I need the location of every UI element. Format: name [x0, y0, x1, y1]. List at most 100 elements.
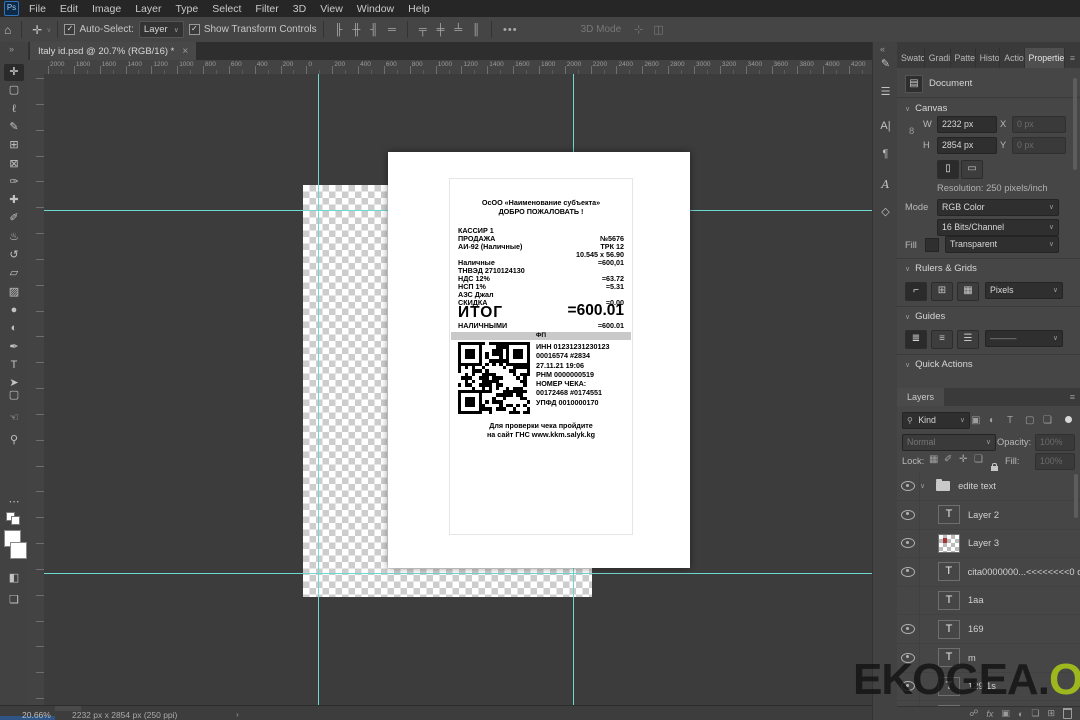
eraser-tool[interactable]: ▱ [4, 265, 24, 282]
align-center-horizontal-icon[interactable]: ╫ [347, 24, 365, 36]
bit-depth-select[interactable]: 16 Bits/Channel ∨ [937, 219, 1059, 236]
link-layers-icon[interactable]: ☍ [969, 708, 978, 719]
canvas-viewport[interactable]: ОсОО «Наименование субъекта» ДОБРО ПОЖАЛ… [44, 74, 872, 705]
height-input[interactable]: 2854 px [937, 137, 997, 154]
tab-actio[interactable]: Actio [1000, 48, 1025, 68]
layer-row[interactable]: T 169 [897, 615, 1080, 644]
brush-tool[interactable]: ✐ [4, 210, 24, 227]
rectangular-marquee-tool[interactable]: ▢ [4, 82, 24, 99]
align-right-icon[interactable]: ╢ [365, 24, 383, 36]
horizontal-ruler[interactable]: 2000 1800 1600 1400 1200 1000 800 600 400 200 0 200… [44, 60, 872, 75]
home-icon[interactable]: ⌂ [0, 23, 15, 37]
background-color-swatch[interactable] [10, 542, 27, 559]
lock-artboard-icon[interactable]: ❏ [974, 454, 983, 465]
character-panel-icon[interactable]: A| [877, 118, 894, 135]
lock-all-icon[interactable] [991, 463, 998, 471]
menu-3d[interactable]: 3D [286, 3, 313, 15]
layer-visibility-toggle[interactable] [897, 615, 920, 643]
toggle-guides-icon[interactable]: ≣ [905, 330, 927, 349]
eyedropper-tool[interactable]: ✑ [4, 174, 24, 191]
type-tool[interactable]: T [4, 357, 24, 374]
align-left-icon[interactable]: ╟ [330, 24, 348, 36]
layer-visibility-toggle[interactable] [897, 472, 920, 500]
menu-select[interactable]: Select [205, 3, 248, 15]
guide-vertical-1[interactable] [318, 74, 319, 705]
clear-guides-icon[interactable]: ☰ [957, 330, 979, 349]
layer-visibility-toggle[interactable] [897, 500, 920, 529]
layer-effects-icon[interactable]: fx [986, 709, 993, 719]
distribute-right-icon[interactable]: ╧ [449, 24, 467, 36]
new-group-icon[interactable]: ❏ [1031, 708, 1039, 719]
brush-settings-panel-icon[interactable]: ✎ [877, 56, 894, 73]
toggle-pixel-grid-icon[interactable]: ▦ [957, 282, 979, 301]
distribute-center-icon[interactable]: ╪ [432, 24, 450, 36]
lock-position-icon[interactable]: ✛ [959, 454, 967, 465]
menu-file[interactable]: File [22, 3, 53, 15]
collapse-toolbar-icon[interactable]: » [9, 44, 14, 54]
menu-image[interactable]: Image [85, 3, 128, 15]
distribute-vertical-icon[interactable]: ║ [467, 24, 485, 36]
3d-camera-icon[interactable]: ◫ [648, 23, 668, 36]
tab-gradi[interactable]: Gradi [925, 48, 951, 68]
rectangle-tool[interactable]: ▢ [4, 387, 24, 404]
lock-transparent-icon[interactable]: ▦ [929, 454, 938, 465]
layer-name[interactable]: edite text [958, 481, 996, 491]
hand-tool[interactable]: ☜ [4, 410, 24, 427]
toggle-rulers-icon[interactable]: ⌐ [905, 282, 927, 301]
layer-row[interactable]: Layer 3 [897, 529, 1080, 559]
menu-window[interactable]: Window [350, 3, 401, 15]
3d-orbit-icon[interactable]: ⊹ [629, 23, 648, 36]
layer-row[interactable]: T Layer 2 [897, 500, 1080, 530]
layer-filter-kind-select[interactable]: ⚲ Kind ∨ [902, 412, 970, 429]
collapse-panels-icon[interactable]: « [880, 44, 885, 54]
adjustment-layer-icon[interactable]: ◐ [1018, 709, 1023, 719]
layer-row[interactable]: ∨ edite text [897, 472, 1080, 501]
history-brush-tool[interactable]: ↺ [4, 247, 24, 264]
paragraph-panel-icon[interactable]: ¶ [877, 146, 894, 163]
width-input[interactable]: 2232 px [937, 116, 997, 133]
menu-help[interactable]: Help [401, 3, 437, 15]
chevron-down-icon[interactable]: ∨ [920, 482, 925, 490]
frame-tool[interactable]: ⊠ [4, 156, 24, 173]
glyphs-panel-icon[interactable]: A [877, 176, 894, 193]
zoom-level[interactable]: 20.66% [22, 710, 51, 720]
gradient-tool[interactable]: ▨ [4, 284, 24, 301]
crop-tool[interactable]: ⊞ [4, 137, 24, 154]
layer-name[interactable]: 1aa [968, 595, 984, 605]
landscape-orientation-button[interactable]: ▭ [961, 160, 983, 179]
move-tool[interactable]: ✛ [4, 64, 24, 81]
status-chevron-icon[interactable]: › [236, 709, 239, 719]
layer-name[interactable]: cita0000000...<<<<<<<<0 d [968, 567, 1080, 577]
filter-adjustment-layers-icon[interactable]: ◐ [989, 415, 995, 426]
more-tools-icon[interactable]: ⋯ [4, 494, 24, 511]
close-tab-icon[interactable]: × [182, 46, 188, 57]
layer-name[interactable]: 169 [968, 624, 984, 634]
layers-panel-menu-icon[interactable]: ≡ [1065, 388, 1080, 406]
screen-mode-toggle[interactable]: ❏ [4, 592, 24, 609]
document-tab[interactable]: Italy id.psd @ 20.7% (RGB/16) * × [30, 42, 197, 60]
move-tool-preset-icon[interactable]: ✛ [28, 23, 46, 37]
color-mode-select[interactable]: RGB Color ∨ [937, 199, 1059, 216]
tool-presets-panel-icon[interactable]: ☰ [877, 84, 894, 101]
distribute-left-icon[interactable]: ╤ [414, 24, 432, 36]
quick-mask-toggle[interactable]: ◧ [4, 570, 24, 587]
layers-scrollbar[interactable] [1074, 474, 1078, 518]
filter-smart-objects-icon[interactable]: ❏ [1043, 415, 1052, 426]
tab-patte[interactable]: Patte [951, 48, 976, 68]
canvas-section-header[interactable]: ∨ Canvas [905, 103, 947, 114]
toggle-grid-icon[interactable]: ⊞ [931, 282, 953, 301]
menu-edit[interactable]: Edit [53, 3, 85, 15]
link-dimensions-icon[interactable]: 8 [909, 126, 914, 136]
libraries-panel-icon[interactable]: ◇ [877, 204, 894, 221]
fill-select[interactable]: Transparent ∨ [945, 236, 1059, 253]
guide-style-select[interactable]: ——— ∨ [985, 330, 1063, 347]
layer-name[interactable]: Layer 2 [968, 510, 999, 520]
more-options-icon[interactable]: ••• [498, 24, 523, 36]
quick-actions-section-header[interactable]: ∨ Quick Actions [905, 359, 973, 370]
rulers-grids-section-header[interactable]: ∨ Rulers & Grids [905, 263, 977, 274]
layer-visibility-toggle[interactable] [897, 557, 920, 586]
tab-properties[interactable]: Properties [1024, 48, 1065, 68]
delete-layer-icon[interactable] [1063, 708, 1072, 719]
align-top-icon[interactable]: ═ [383, 24, 401, 36]
lock-pixels-icon[interactable]: ✐ [944, 454, 952, 465]
